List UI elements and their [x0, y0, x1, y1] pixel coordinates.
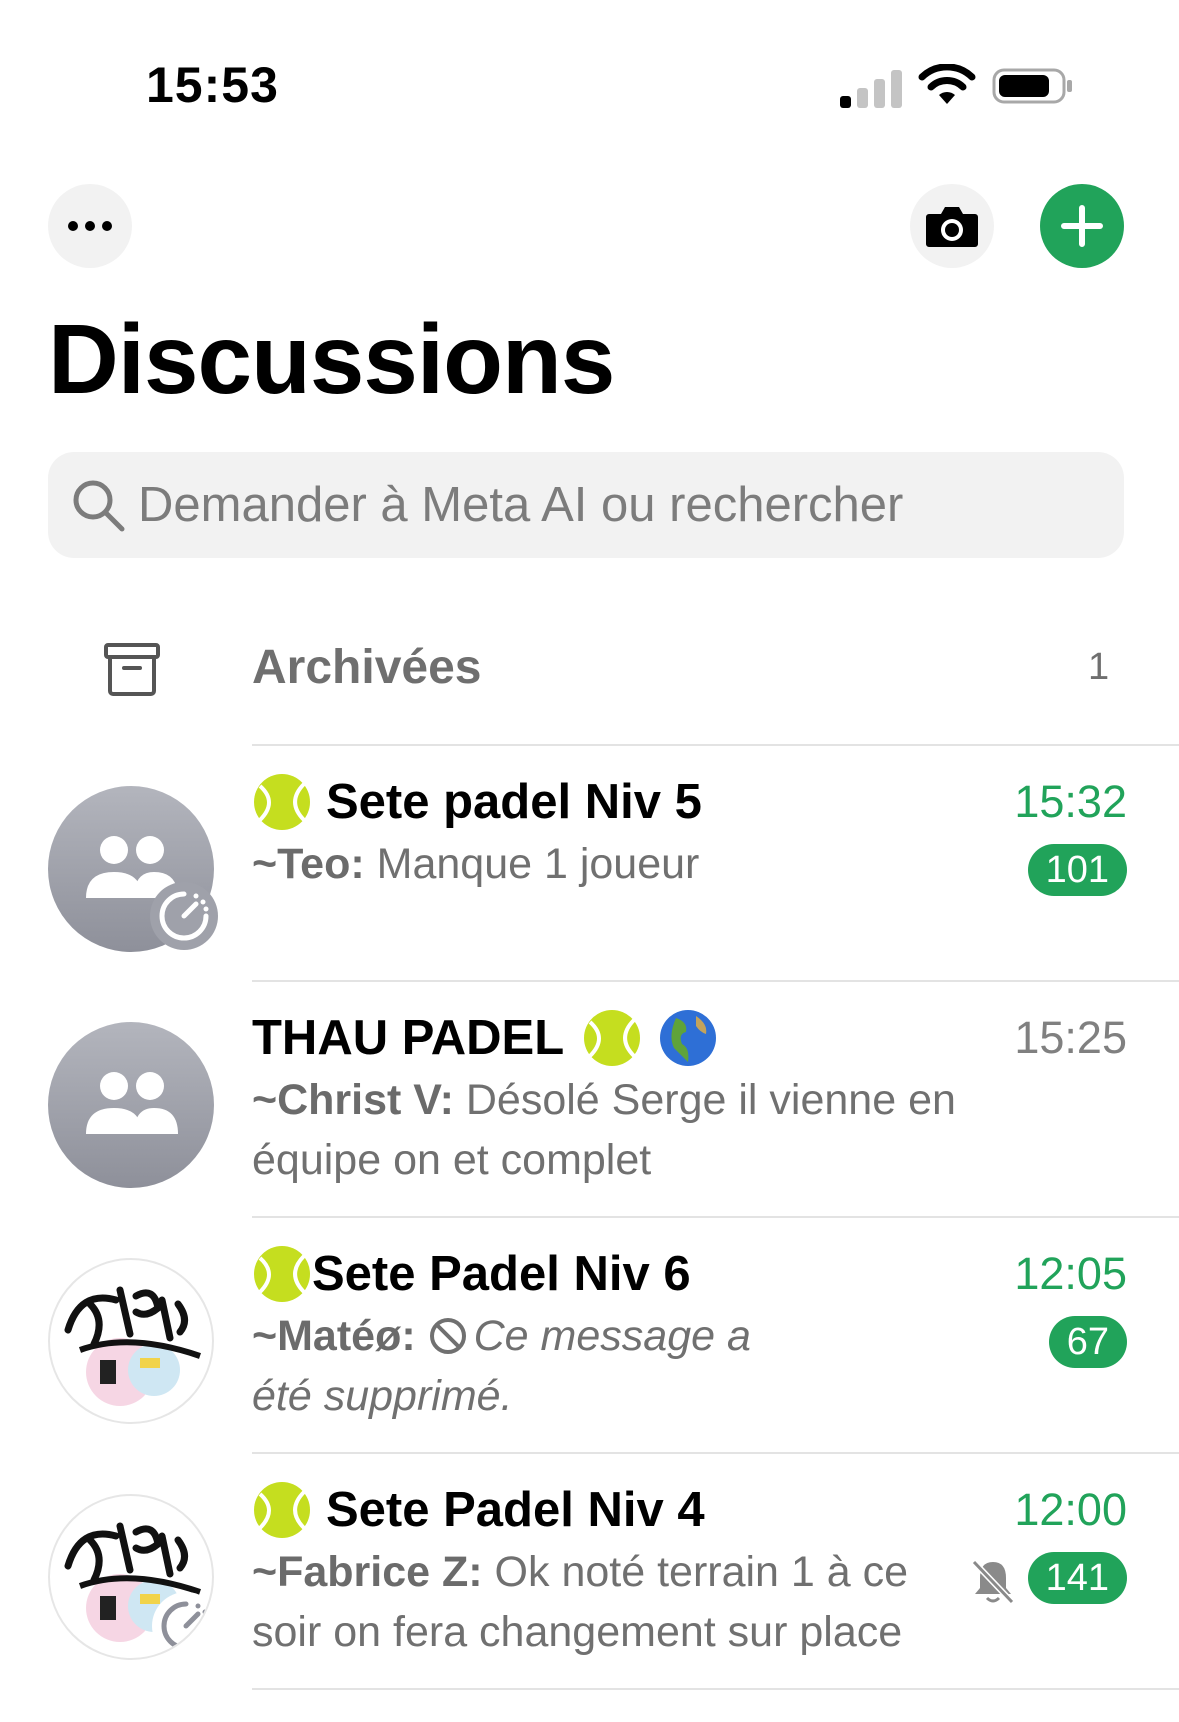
tennis-ball-icon	[254, 1482, 310, 1538]
divider	[252, 1688, 1179, 1690]
battery-icon	[992, 68, 1072, 104]
chat-time: 15:32	[1014, 776, 1127, 827]
unread-badge: 141	[1027, 1552, 1127, 1604]
club-logo-avatar	[48, 1258, 214, 1424]
status-time: 15:53	[146, 57, 279, 113]
chat-row-sete-padel-niv-4[interactable]: Sete Padel Niv 4 12:00 ~Fabrice Z: Ok no…	[0, 1452, 1179, 1688]
club-logo-avatar	[48, 1494, 214, 1660]
archived-label: Archivées	[252, 641, 482, 694]
chat-time: 15:25	[1014, 1012, 1127, 1063]
club-logo-icon	[64, 1286, 201, 1406]
chat-title: Sete Padel Niv 6	[312, 1247, 691, 1301]
sender-name: ~Fabrice Z:	[252, 1548, 483, 1596]
chat-name: Sete Padel Niv 4	[252, 1480, 705, 1540]
chat-title: Sete Padel Niv 4	[326, 1483, 705, 1537]
unread-badge: 67	[1048, 1316, 1127, 1368]
muted-bell-icon	[971, 1559, 1015, 1605]
group-avatar	[48, 1022, 214, 1188]
camera-icon	[926, 207, 978, 247]
group-icon	[86, 1072, 178, 1134]
plus-icon	[1061, 205, 1103, 247]
wifi-icon	[918, 64, 976, 104]
camera-button[interactable]	[910, 184, 994, 268]
chats-screen: 15:53 Discussions Demander à Meta AI ou …	[0, 0, 1179, 1722]
tennis-ball-icon	[254, 774, 310, 830]
chat-row-sete-padel-niv-5[interactable]: Sete padel Niv 5 15:32 ~Teo: Manque 1 jo…	[0, 744, 1179, 980]
chat-name: Sete padel Niv 5	[252, 772, 702, 832]
more-options-button[interactable]	[48, 184, 132, 268]
search-input[interactable]	[138, 477, 1098, 533]
new-chat-button[interactable]	[1040, 184, 1124, 268]
message-text: Manque 1 joueur	[364, 840, 700, 888]
archived-row[interactable]: Archivées 1	[0, 620, 1179, 732]
page-title: Discussions	[48, 304, 615, 414]
chat-row-sete-padel-niv-6[interactable]: Sete Padel Niv 6 12:05 ~Matéø: Ce messag…	[0, 1216, 1179, 1452]
chat-row-thau-padel[interactable]: THAU PADEL 15:25 ~Christ V: Désolé Serge…	[0, 980, 1179, 1216]
sender-name: ~Christ V:	[252, 1076, 454, 1124]
group-avatar	[48, 786, 218, 952]
chat-name: Sete Padel Niv 6	[252, 1244, 691, 1304]
chat-title: Sete padel Niv 5	[326, 775, 702, 829]
archived-count: 1	[1088, 646, 1110, 688]
archive-box-icon	[104, 643, 160, 696]
search-bar[interactable]	[48, 452, 1124, 558]
deleted-message-icon	[429, 1318, 466, 1354]
last-message: ~Matéø: Ce message a été supprimé.	[252, 1306, 812, 1426]
chat-time: 12:00	[1014, 1484, 1127, 1535]
chat-time: 12:05	[1014, 1248, 1127, 1299]
globe-icon	[660, 1010, 717, 1066]
chat-title: THAU PADEL	[252, 1011, 565, 1065]
status-bar: 15:53	[0, 0, 1179, 170]
last-message: ~Fabrice Z: Ok noté terrain 1 à ce soir …	[252, 1542, 972, 1662]
disappearing-timer-icon	[152, 1592, 212, 1658]
sender-name: ~Teo:	[252, 840, 365, 888]
chat-name: THAU PADEL	[252, 1008, 718, 1068]
sender-name: ~Matéø:	[252, 1312, 416, 1360]
search-icon	[73, 480, 125, 532]
last-message: ~Christ V: Désolé Serge il vienne en équ…	[252, 1070, 972, 1190]
last-message: ~Teo: Manque 1 joueur	[252, 834, 972, 894]
tennis-ball-icon	[254, 1246, 310, 1302]
cellular-signal-icon	[840, 70, 902, 108]
unread-badge: 101	[1027, 844, 1127, 896]
ellipsis-icon	[68, 221, 112, 231]
tennis-ball-icon	[584, 1010, 641, 1066]
disappearing-timer-icon	[150, 882, 218, 950]
